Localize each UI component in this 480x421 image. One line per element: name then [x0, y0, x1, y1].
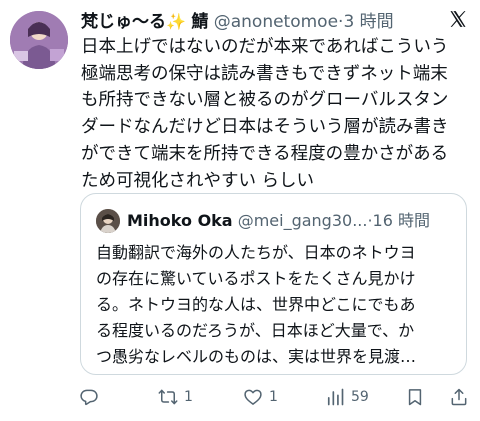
author-handle[interactable]: @anonetomoe	[214, 12, 338, 32]
sparkle-emoji: ✨	[166, 12, 186, 31]
retweet-count: 1	[184, 389, 193, 405]
avatar-illustration	[10, 11, 68, 69]
reply-icon	[80, 389, 98, 406]
post-time[interactable]: 3 時間	[343, 12, 393, 32]
post-header: 梵じゅ〜る✨ 鯖 @anonetomoe·3 時間	[81, 10, 441, 34]
quoted-author-handle: @mei_gang30...	[237, 211, 368, 230]
retweet-button[interactable]: 1	[158, 383, 193, 411]
share-button[interactable]	[449, 383, 469, 411]
quoted-line: の存在に驚いているポストをたくさん見かけ	[96, 269, 416, 288]
quoted-line: つ愚劣なレベルのものは、実は世界を見渡…	[96, 347, 417, 366]
bookmark-icon	[408, 389, 422, 406]
bookmark-button[interactable]	[405, 383, 425, 411]
x-logo-icon[interactable]	[448, 9, 468, 29]
quoted-author-avatar	[96, 209, 120, 233]
author-name-suffix[interactable]: 鯖	[191, 12, 208, 32]
retweet-icon	[158, 389, 178, 405]
views-button[interactable]: 59	[325, 383, 369, 411]
quoted-post-card[interactable]: Mihoko Oka @mei_gang30...·16 時間 自動翻訳で海外の…	[80, 193, 467, 375]
post-body: 日本上げではないのだが本来であればこういう 極端思考の保守は読み書きもできずネッ…	[81, 34, 471, 194]
post-line: ができて端末を所持できる程度の豊かさがある	[81, 143, 449, 164]
quoted-line: 自動翻訳で海外の人たちが、日本のネトウヨ	[96, 243, 416, 262]
quoted-post-time: 16 時間	[372, 211, 430, 230]
like-count: 1	[269, 389, 278, 405]
quoted-post-header: Mihoko Oka @mei_gang30...·16 時間	[127, 209, 457, 233]
heart-icon	[244, 389, 262, 405]
quoted-post-body: 自動翻訳で海外の人たちが、日本のネトウヨ の存在に驚いているポストをたくさん見か…	[96, 240, 458, 370]
like-button[interactable]: 1	[243, 383, 278, 411]
post-line: も所持できない層と被るのがグローバルスタン	[81, 90, 449, 111]
reply-button[interactable]	[79, 383, 105, 411]
quoted-author-name: Mihoko Oka	[127, 211, 233, 230]
share-icon	[451, 388, 467, 406]
quoted-line: る。ネトウヨ的な人は、世界中どこにでもあ	[96, 295, 416, 314]
quoted-line: る程度いるのだろうが、日本ほど大量で、か	[96, 321, 415, 340]
author-display-name[interactable]: 梵じゅ〜る	[81, 12, 166, 32]
post-line: 日本上げではないのだが本来であればこういう	[81, 37, 449, 57]
post-line: ダードなんだけど日本はそういう層が読み書き	[81, 117, 449, 138]
views-chart-icon	[327, 388, 344, 406]
action-bar: 1 1 59	[0, 383, 480, 411]
post-line: ため可視化されやすい らしい	[81, 170, 315, 191]
post-line: 極端思考の保守は読み書きもできずネット端末	[81, 63, 448, 84]
author-avatar[interactable]	[10, 11, 68, 69]
views-count: 59	[351, 389, 369, 405]
